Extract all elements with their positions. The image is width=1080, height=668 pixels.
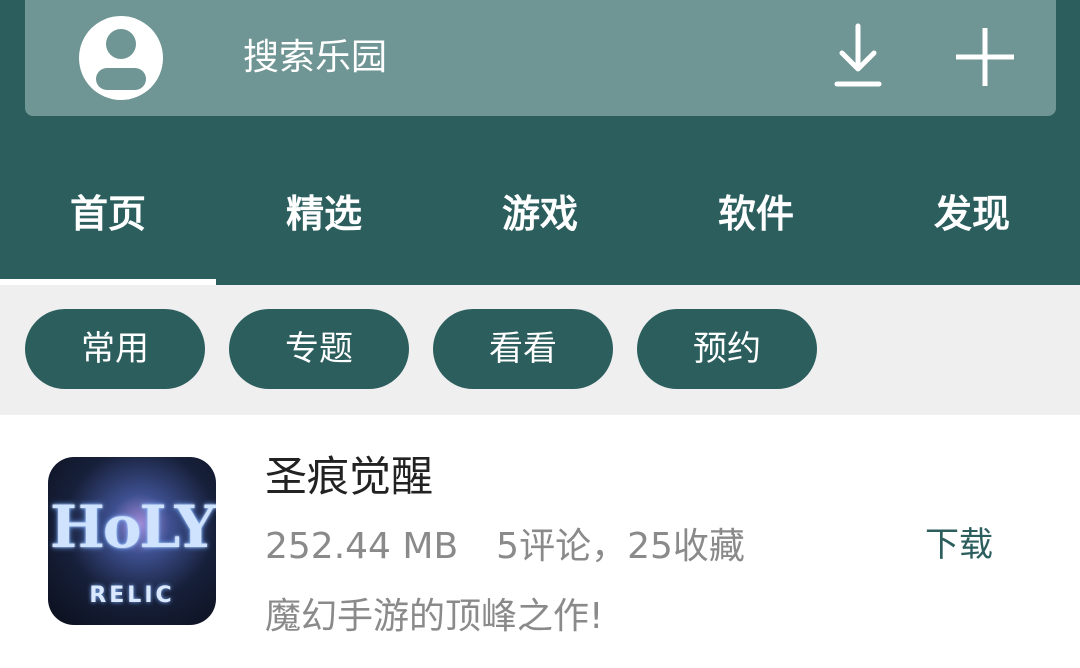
app-icon[interactable]: HoLY RELIC: [48, 457, 216, 625]
search-placeholder[interactable]: 搜索乐园: [243, 36, 387, 80]
chip-browse[interactable]: 看看: [433, 309, 613, 389]
chip-topics[interactable]: 专题: [229, 309, 409, 389]
tab-software[interactable]: 软件: [648, 190, 864, 238]
app-logo-subtitle: RELIC: [89, 583, 175, 608]
tab-discover[interactable]: 发现: [864, 190, 1080, 238]
app-list-item[interactable]: HoLY RELIC 圣痕觉醒 252.44 MB 5评论，25收藏 魔幻手游的顶…: [0, 415, 1080, 668]
app-header: 搜索乐园 首页 精选 游戏 软件 发现: [0, 0, 1080, 285]
search-bar[interactable]: 搜索乐园: [25, 0, 1056, 116]
app-stats: 5评论，25收藏: [496, 526, 745, 567]
tab-games[interactable]: 游戏: [432, 190, 648, 238]
app-meta: 252.44 MB 5评论，25收藏: [265, 523, 745, 571]
download-icon[interactable]: [833, 22, 883, 90]
tab-featured[interactable]: 精选: [216, 190, 432, 238]
avatar-head: [106, 29, 136, 59]
tab-home[interactable]: 首页: [0, 190, 216, 238]
chip-common[interactable]: 常用: [25, 309, 205, 389]
app-description: 魔幻手游的顶峰之作!: [265, 596, 604, 637]
download-button[interactable]: 下载: [925, 521, 993, 569]
add-icon[interactable]: [952, 24, 1018, 90]
app-size: 252.44 MB: [265, 526, 459, 567]
app-logo-title: HoLY: [50, 493, 216, 561]
chip-reserve[interactable]: 预约: [637, 309, 817, 389]
category-chip-row: 常用 专题 看看 预约: [0, 285, 1080, 415]
user-avatar-icon[interactable]: [79, 16, 163, 100]
app-name: 圣痕觉醒: [265, 452, 434, 501]
avatar-body: [96, 68, 146, 90]
